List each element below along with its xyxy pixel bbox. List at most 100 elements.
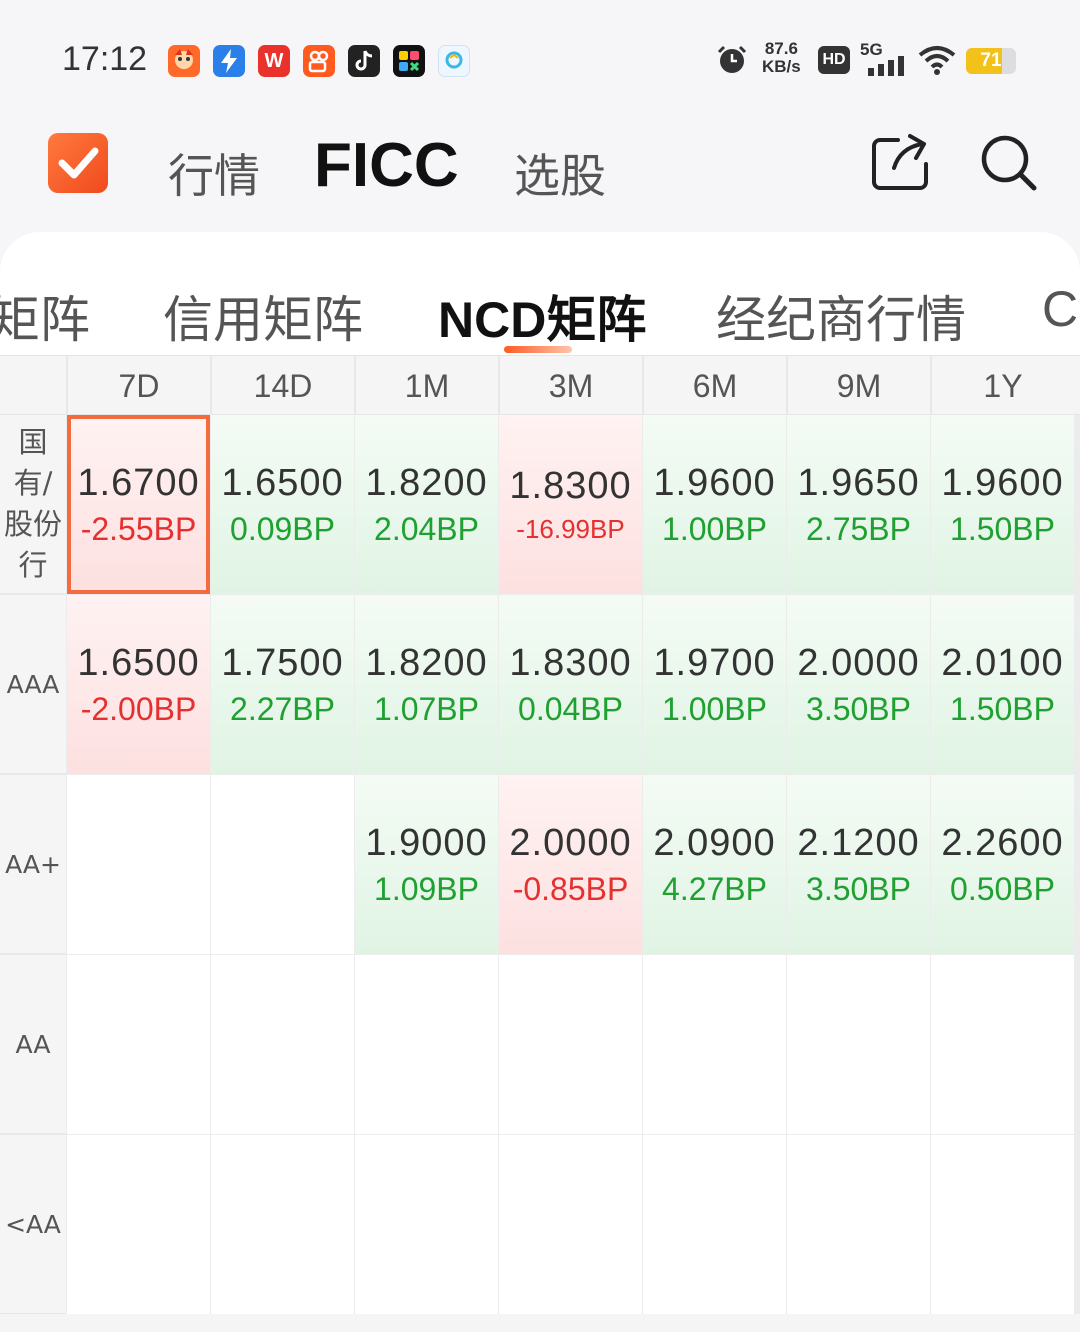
matrix-cell (643, 1135, 786, 1314)
checkmark-icon (58, 147, 99, 179)
cell-rate: 2.0000 (797, 641, 920, 684)
mascot-app-icon (168, 45, 200, 77)
matrix-cell (499, 955, 642, 1134)
kuaishou-app-icon (303, 45, 335, 77)
column-header: 9M (786, 356, 930, 416)
cell-rate: 1.9000 (365, 821, 488, 864)
matrix-cell (643, 955, 786, 1134)
tab-market[interactable]: 行情 (168, 140, 260, 206)
matrix-cell[interactable]: 2.0000 3.50BP (787, 595, 930, 774)
row-header: AA+ (0, 775, 66, 955)
column-header: 14D (210, 356, 354, 416)
cell-change: 2.75BP (806, 510, 911, 547)
cell-rate: 1.8200 (365, 641, 488, 684)
app-logo[interactable] (48, 133, 108, 193)
cell-change: 0.04BP (518, 690, 623, 727)
subtab-matrix[interactable]: 矩阵 (0, 280, 90, 350)
matrix-cell (67, 955, 210, 1134)
column-header: 1Y (930, 356, 1074, 416)
cell-change: 0.50BP (950, 870, 1055, 907)
matrix-cell[interactable]: 2.0900 4.27BP (643, 775, 786, 954)
cell-change: -16.99BP (516, 513, 625, 544)
bolt-app-icon (213, 45, 245, 77)
matrix-cell[interactable]: 1.6500 0.09BP (211, 415, 354, 594)
cell-rate: 1.8200 (365, 461, 488, 504)
cell-change: 1.00BP (662, 690, 767, 727)
cell-change: 1.50BP (950, 510, 1055, 547)
matrix-cell[interactable]: 1.9600 1.50BP (931, 415, 1074, 594)
bottom-strip (0, 1314, 1080, 1332)
matrix-cell (211, 1135, 354, 1314)
subtab-credit-matrix[interactable]: 信用矩阵 (163, 280, 363, 350)
matrix-cell (787, 1135, 930, 1314)
matrix-cell (499, 1135, 642, 1314)
subtab-broker-quotes[interactable]: 经纪商行情 (716, 280, 966, 350)
cell-change: 2.27BP (230, 690, 335, 727)
matrix-cell[interactable]: 1.8300 -16.99BP (499, 415, 642, 594)
matrix-cell[interactable]: 2.2600 0.50BP (931, 775, 1074, 954)
matrix-cell (355, 955, 498, 1134)
share-icon[interactable] (870, 132, 930, 192)
cell-change: 1.09BP (374, 870, 479, 907)
column-header: 7D (66, 356, 210, 416)
hd-badge: HD (818, 46, 850, 74)
battery-level: 71 (980, 50, 1002, 71)
matrix-cell (211, 775, 354, 954)
matrix-cell (355, 1135, 498, 1314)
matrix-cell[interactable]: 1.9600 1.00BP (643, 415, 786, 594)
matrix-cell[interactable]: 2.0100 1.50BP (931, 595, 1074, 774)
net-speed: 87.6 KB/s (762, 40, 801, 76)
cell-rate: 1.8300 (509, 641, 632, 684)
matrix-cell (931, 955, 1074, 1134)
signal-5g-icon: 5G (858, 40, 908, 76)
matrix-cell[interactable]: 1.8300 0.04BP (499, 595, 642, 774)
net-speed-value: 87.6 (764, 39, 798, 58)
cell-rate: 2.0900 (653, 821, 776, 864)
subtab-ci[interactable]: CI (1042, 280, 1080, 338)
column-header: 6M (642, 356, 786, 416)
cell-change: 1.00BP (662, 510, 767, 547)
wifi-icon (918, 46, 956, 75)
cell-change: 2.04BP (374, 510, 479, 547)
matrix-cell[interactable]: 1.9000 1.09BP (355, 775, 498, 954)
matrix-cell (787, 955, 930, 1134)
matrix-cell[interactable]: 1.8200 1.07BP (355, 595, 498, 774)
row-header: <AA (0, 1135, 66, 1315)
cell-rate: 2.0100 (941, 641, 1064, 684)
cell-rate: 2.2600 (941, 821, 1064, 864)
cell-rate: 1.8300 (509, 464, 632, 507)
matrix-cell[interactable]: 2.0000 -0.85BP (499, 775, 642, 954)
matrix-header-row: 7D 14D 1M 3M 6M 9M 1Y (0, 355, 1080, 416)
matrix-cell[interactable]: 1.8200 2.04BP (355, 415, 498, 594)
cell-change: 0.09BP (230, 510, 335, 547)
row-header: 国 有/ 股份 行 (0, 415, 66, 595)
search-icon[interactable] (978, 132, 1038, 192)
photo-app-icon (438, 45, 470, 77)
matrix-cell[interactable]: 2.1200 3.50BP (787, 775, 930, 954)
cell-rate: 1.9600 (653, 461, 776, 504)
matrix-cell (67, 1135, 210, 1314)
cell-rate: 1.6500 (221, 461, 344, 504)
subtab-ncd-matrix[interactable]: NCD矩阵 (438, 280, 646, 350)
status-bar: 17:12 W 87.6 KB/s HD 5G 71 (0, 0, 1080, 120)
matrix-cell[interactable]: 1.6700 -2.55BP (67, 415, 210, 594)
active-tab-indicator (504, 346, 572, 353)
cell-rate: 2.0000 (509, 821, 632, 864)
cell-change: 1.50BP (950, 690, 1055, 727)
cell-change: 3.50BP (806, 690, 911, 727)
matrix-cell[interactable]: 1.9700 1.00BP (643, 595, 786, 774)
tab-ficc[interactable]: FICC (314, 130, 459, 201)
matrix-cell[interactable]: 1.6500 -2.00BP (67, 595, 210, 774)
cell-rate: 1.9700 (653, 641, 776, 684)
cell-change: -2.00BP (80, 690, 197, 727)
cell-rate: 1.6500 (77, 641, 200, 684)
subtab-bar: 矩阵 信用矩阵 NCD矩阵 经纪商行情 CI (0, 270, 1080, 350)
wps-app-icon: W (258, 45, 290, 77)
cell-change: 4.27BP (662, 870, 767, 907)
cell-rate: 1.7500 (221, 641, 344, 684)
tab-stock-picker[interactable]: 选股 (514, 140, 606, 206)
grid-app-icon (393, 45, 425, 77)
matrix-cell[interactable]: 1.7500 2.27BP (211, 595, 354, 774)
matrix-cell[interactable]: 1.9650 2.75BP (787, 415, 930, 594)
cell-change: 1.07BP (374, 690, 479, 727)
